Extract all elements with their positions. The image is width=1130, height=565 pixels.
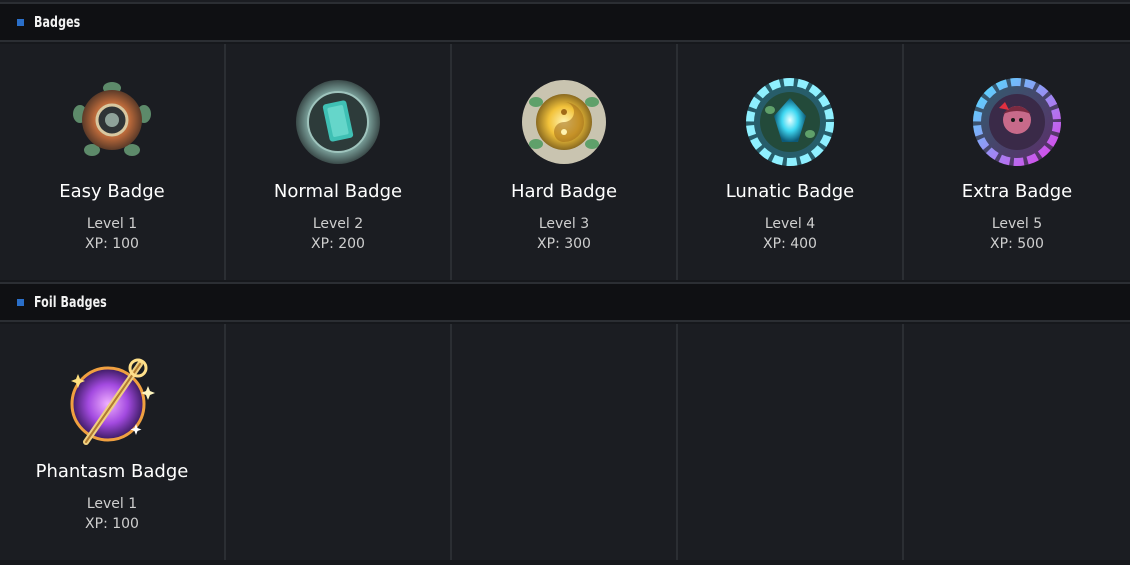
badge-xp: XP: 300	[537, 236, 591, 252]
empty-badge-slot	[904, 324, 1130, 560]
extra-badge-icon	[973, 78, 1061, 166]
section-title: Badges	[34, 13, 81, 31]
hard-badge-icon	[522, 80, 606, 164]
section-marker-icon	[17, 298, 24, 306]
empty-badge-slot	[678, 324, 904, 560]
section-title: Foil Badges	[34, 293, 107, 311]
badge-card-phantasm[interactable]: Phantasm Badge Level 1 XP: 100	[0, 324, 226, 560]
normal-badge-icon	[296, 80, 380, 164]
badge-level: Level 5	[991, 216, 1043, 232]
badge-name: Phantasm Badge	[35, 461, 189, 482]
badge-xp: XP: 100	[85, 516, 139, 532]
badge-name: Normal Badge	[273, 181, 403, 202]
easy-badge-icon	[73, 82, 151, 156]
badge-card-easy[interactable]: Easy Badge Level 1 XP: 100	[0, 44, 226, 280]
badge-level: Level 3	[538, 216, 590, 232]
section-marker-icon	[17, 18, 24, 26]
empty-badge-slot	[226, 324, 452, 560]
badge-card-normal[interactable]: Normal Badge Level 2 XP: 200	[226, 44, 452, 280]
badge-level: Level 2	[312, 216, 364, 232]
badge-card-hard[interactable]: Hard Badge Level 3 XP: 300	[452, 44, 678, 280]
badge-level: Level 4	[764, 216, 816, 232]
empty-badge-slot	[452, 324, 678, 560]
badge-name: Lunatic Badge	[725, 181, 855, 202]
phantasm-badge-icon	[70, 358, 155, 445]
foil-badges-grid: Phantasm Badge Level 1 XP: 100	[0, 324, 1130, 560]
badge-level: Level 1	[86, 216, 138, 232]
badge-name: Hard Badge	[510, 181, 618, 202]
badge-level: Level 1	[86, 496, 138, 512]
badge-card-lunatic[interactable]: Lunatic Badge Level 4 XP: 400	[678, 44, 904, 280]
badges-grid: Easy Badge Level 1 XP: 100 Normal Badge …	[0, 44, 1130, 280]
badge-name: Extra Badge	[961, 181, 1073, 202]
badge-xp: XP: 200	[311, 236, 365, 252]
badge-card-extra[interactable]: Extra Badge Level 5 XP: 500	[904, 44, 1130, 280]
badge-xp: XP: 100	[85, 236, 139, 252]
badges-page: Badges Easy Badge Level 1 XP: 100 Normal…	[0, 0, 1130, 565]
badge-xp: XP: 400	[763, 236, 817, 252]
lunatic-badge-icon	[746, 78, 834, 166]
badge-name: Easy Badge	[59, 181, 165, 202]
section-header-badges: Badges	[0, 2, 1130, 42]
section-header-foil-badges: Foil Badges	[0, 282, 1130, 322]
badge-xp: XP: 500	[990, 236, 1044, 252]
